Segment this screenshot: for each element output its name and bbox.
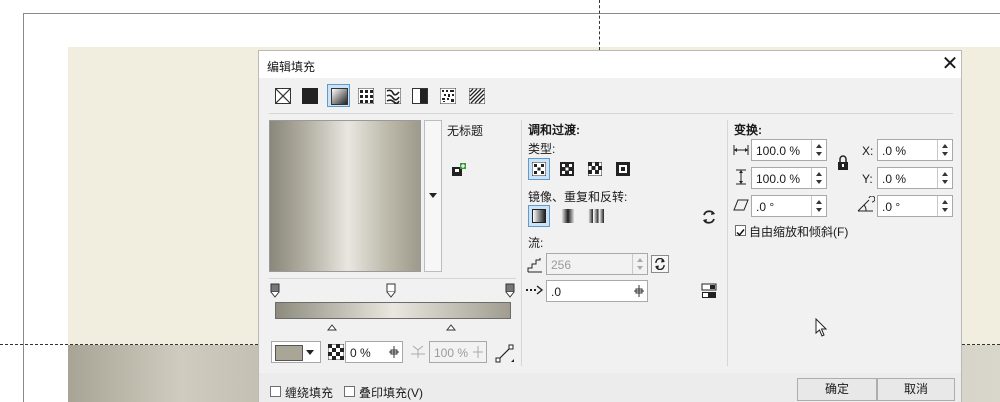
x-offset-input[interactable]: .0 % — [877, 139, 953, 161]
steps-icon — [527, 257, 543, 273]
vector-pattern-icon[interactable] — [357, 87, 375, 105]
horizontal-guideline[interactable] — [0, 344, 258, 345]
texture-fill-icon[interactable] — [439, 87, 457, 105]
smooth-blend-icon[interactable] — [701, 283, 717, 299]
default-fill-button[interactable] — [528, 205, 550, 227]
rotate-icon — [857, 195, 876, 212]
skew-input[interactable]: .0 ° — [751, 195, 827, 217]
preset-dropdown[interactable] — [424, 120, 442, 272]
blend-header: 调和过渡: — [528, 123, 580, 137]
free-angle-tool-icon[interactable] — [495, 343, 515, 363]
chevron-down-icon — [306, 350, 314, 355]
postscript-fill-icon[interactable] — [468, 87, 486, 105]
fill-height-icon — [735, 169, 747, 185]
node-color-picker[interactable] — [271, 341, 321, 363]
save-preset-icon[interactable] — [451, 162, 467, 178]
checkmark-icon — [736, 229, 745, 237]
bitmap-pattern-icon[interactable] — [384, 87, 402, 105]
flow-label: 流: — [528, 236, 544, 250]
x-label: X: — [862, 144, 874, 158]
lock-aspect-icon[interactable] — [836, 155, 850, 171]
toolbar-divider — [269, 113, 953, 114]
node-position-input[interactable]: 100 % — [429, 341, 487, 363]
steps-input[interactable]: 256 — [546, 253, 648, 275]
gradient-divider — [269, 278, 516, 279]
node-transparency-input[interactable]: 0 % — [345, 341, 403, 363]
fill-width-icon — [733, 144, 749, 156]
linear-fill-button[interactable] — [528, 158, 550, 180]
acceleration-input[interactable]: .0 — [546, 280, 648, 302]
vertical-guideline[interactable] — [599, 0, 600, 50]
default-repeat-icon — [532, 209, 546, 223]
skew-icon — [733, 199, 749, 211]
column-divider — [727, 120, 728, 366]
dialog-footer: 缠绕填充 叠印填充(V) 确定 取消 — [259, 373, 961, 402]
transparency-icon — [327, 343, 345, 361]
fill-preview — [269, 120, 421, 272]
refresh-icon — [655, 258, 665, 270]
horizontal-guideline[interactable] — [962, 344, 1000, 345]
overprint-checkbox[interactable] — [344, 386, 355, 397]
chevron-down-icon — [429, 193, 437, 198]
reverse-icon[interactable] — [701, 209, 717, 225]
midpoint-marker[interactable] — [445, 320, 457, 331]
y-offset-input[interactable]: .0 % — [877, 167, 953, 189]
fill-width-input[interactable]: 100.0 % — [751, 139, 827, 161]
close-icon[interactable]: ✕ — [939, 52, 961, 76]
preset-name: 无标题 — [447, 124, 484, 138]
node-position-icon — [410, 345, 426, 359]
start-node-handle[interactable] — [270, 283, 280, 299]
no-fill-icon[interactable] — [275, 88, 291, 104]
gradient-bar[interactable] — [275, 302, 511, 319]
slider-icon[interactable] — [388, 345, 400, 359]
wrap-fill-label: 缠绕填充 — [285, 386, 334, 400]
repeat-mirror-icon[interactable] — [561, 209, 575, 223]
mirror-repeat-label: 镜像、重复和反转: — [528, 190, 628, 204]
repeat-icon[interactable] — [588, 209, 604, 223]
elliptical-fountain-icon[interactable] — [560, 162, 574, 176]
end-node-handle[interactable] — [505, 283, 515, 299]
y-label: Y: — [862, 172, 873, 186]
dialog-title: 编辑填充 — [267, 60, 316, 74]
cancel-button[interactable]: 取消 — [877, 378, 955, 401]
midpoint-marker[interactable] — [326, 320, 338, 331]
fountain-fill-button[interactable] — [327, 84, 350, 107]
slider-icon[interactable] — [633, 284, 645, 298]
linear-fountain-icon — [532, 162, 546, 176]
mouse-cursor-icon — [815, 317, 829, 338]
lock-steps-button[interactable] — [651, 255, 669, 273]
free-scale-checkbox[interactable] — [735, 225, 746, 237]
rectangular-fountain-icon[interactable] — [616, 162, 630, 176]
conical-fountain-icon[interactable] — [587, 161, 603, 177]
wrap-fill-checkbox[interactable] — [270, 386, 281, 397]
uniform-fill-icon[interactable] — [302, 88, 318, 104]
acceleration-icon — [526, 284, 544, 296]
blend-type-label: 类型: — [528, 142, 556, 156]
two-color-pattern-icon[interactable] — [412, 88, 428, 104]
ok-button[interactable]: 确定 — [797, 378, 877, 401]
fill-height-input[interactable]: 100.0 % — [751, 167, 827, 189]
overprint-label: 叠印填充(V) — [359, 386, 423, 400]
column-divider — [521, 120, 522, 366]
transform-header: 变换: — [734, 123, 762, 137]
mid-node-handle[interactable] — [386, 283, 396, 299]
dialog-titlebar: 编辑填充 ✕ — [259, 51, 961, 78]
edit-fill-dialog: 编辑填充 ✕ 无标题 0 % 100 % 调和过渡: 类型: 镜像、重复和反转:… — [258, 50, 962, 402]
rotate-input[interactable]: .0 ° — [877, 195, 953, 217]
slider-icon[interactable] — [472, 345, 484, 359]
free-scale-label: 自由缩放和倾斜(F) — [749, 225, 849, 239]
